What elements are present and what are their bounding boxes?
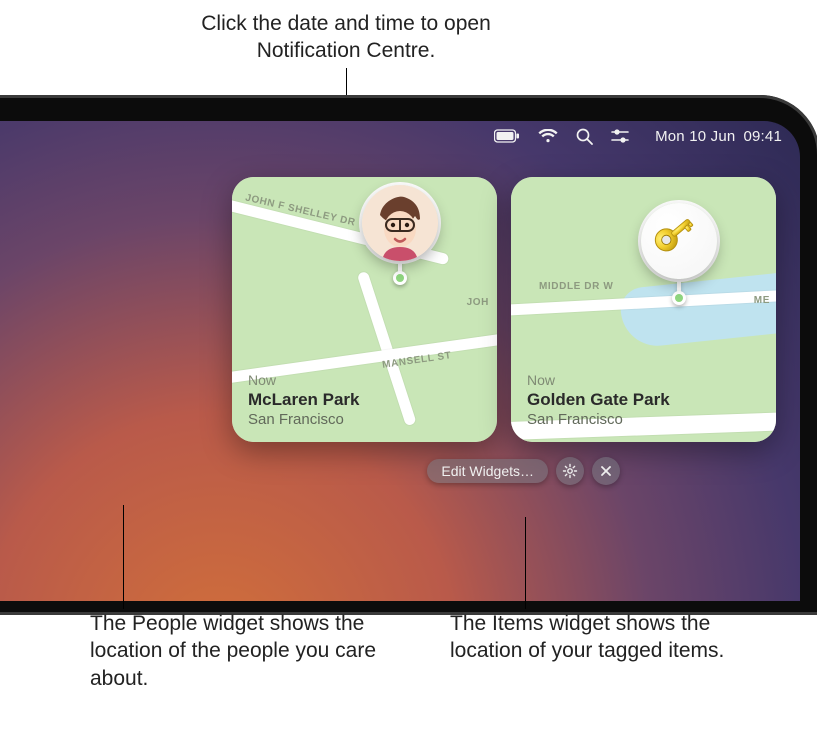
menubar-time: 09:41 (743, 128, 782, 145)
widget-city: San Francisco (248, 411, 360, 428)
callout-datetime: Click the date and time to open Notifica… (166, 10, 526, 65)
widget-city: San Francisco (527, 411, 670, 428)
callout-leader (346, 68, 347, 96)
edit-widgets-button[interactable]: Edit Widgets… (427, 459, 548, 483)
control-centre-icon[interactable] (611, 128, 629, 144)
map-road-label: Me (754, 295, 770, 306)
menubar-date: Mon 10 Jun (655, 128, 735, 145)
person-avatar-icon (362, 185, 438, 261)
item-key-icon (641, 203, 717, 279)
location-pin (668, 277, 690, 299)
widget-timestamp: Now (527, 372, 670, 388)
find-my-people-widget[interactable]: John F Shelley Dr Joh Mansell St (232, 177, 497, 442)
callout-items-widget: The Items widget shows the location of y… (450, 610, 760, 665)
widget-place-name: Golden Gate Park (527, 390, 670, 410)
callout-leader (123, 505, 124, 609)
close-widgets-button[interactable] (592, 457, 620, 485)
map-road-label: Middle Dr W (539, 281, 613, 292)
widget-timestamp: Now (248, 372, 360, 388)
callout-leader (525, 517, 526, 609)
menu-bar: Mon 10 Jun 09:41 (0, 121, 800, 151)
widget-controls: Edit Widgets… (427, 457, 620, 485)
callout-people-widget: The People widget shows the location of … (90, 610, 395, 692)
map-road-label: Joh (467, 297, 489, 308)
menubar-datetime[interactable]: Mon 10 Jun 09:41 (647, 128, 782, 145)
spotlight-icon[interactable] (576, 128, 593, 145)
widget-settings-button[interactable] (556, 457, 584, 485)
widget-text: Now Golden Gate Park San Francisco (527, 372, 670, 428)
widget-text: Now McLaren Park San Francisco (248, 372, 360, 428)
widget-place-name: McLaren Park (248, 390, 360, 410)
battery-icon[interactable] (494, 129, 520, 143)
wifi-icon[interactable] (538, 129, 558, 143)
find-my-items-widget[interactable]: Middle Dr W Me (511, 177, 776, 442)
device-screen: Mon 10 Jun 09:41 John F Shelley Dr Joh Ma… (0, 121, 800, 601)
notification-centre-widgets: John F Shelley Dr Joh Mansell St (232, 177, 776, 442)
